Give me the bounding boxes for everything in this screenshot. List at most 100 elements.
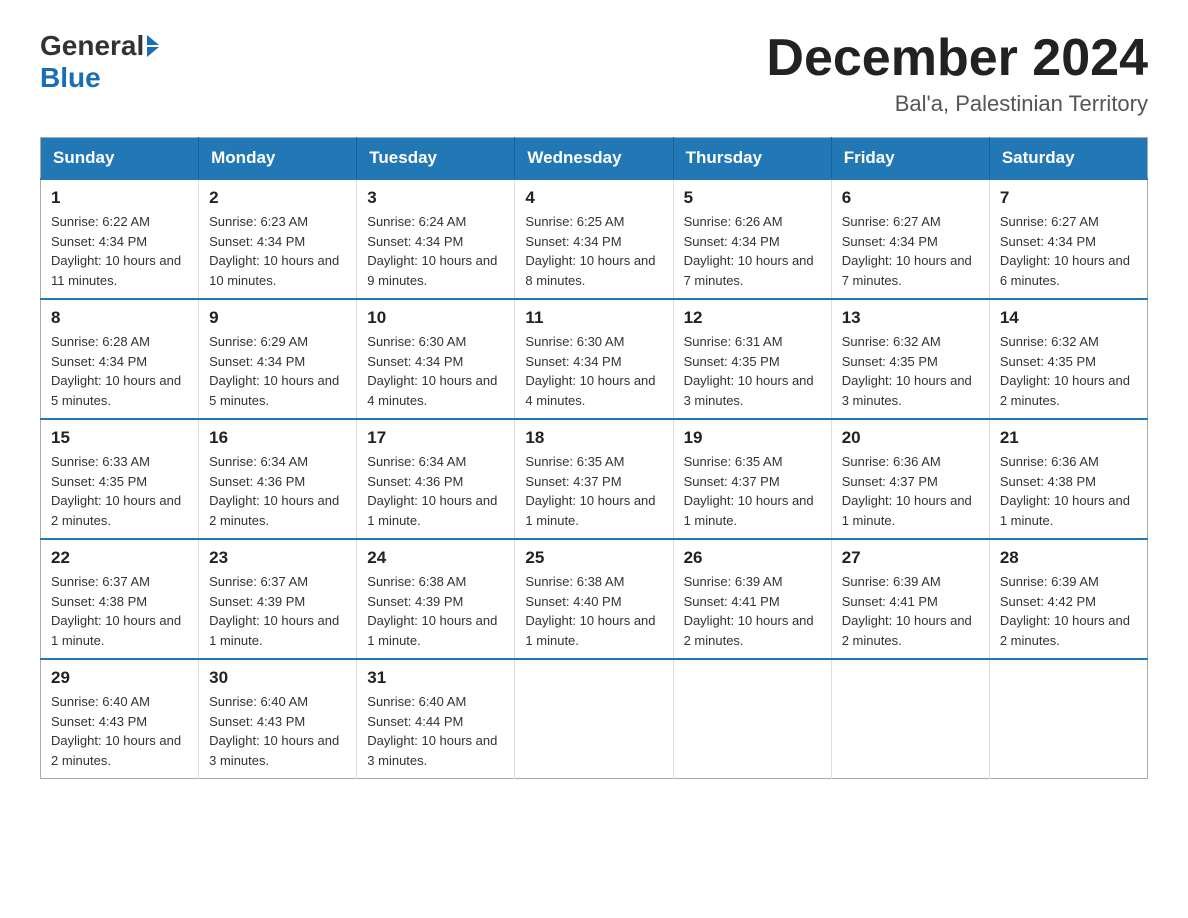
- day-number: 22: [51, 548, 188, 568]
- day-number: 14: [1000, 308, 1137, 328]
- page-title: December 2024: [766, 30, 1148, 87]
- day-info: Sunrise: 6:37 AMSunset: 4:39 PMDaylight:…: [209, 572, 346, 650]
- calendar-cell: 10 Sunrise: 6:30 AMSunset: 4:34 PMDaylig…: [357, 299, 515, 419]
- day-info: Sunrise: 6:39 AMSunset: 4:41 PMDaylight:…: [684, 572, 821, 650]
- day-number: 1: [51, 188, 188, 208]
- calendar-week-row: 22 Sunrise: 6:37 AMSunset: 4:38 PMDaylig…: [41, 539, 1148, 659]
- day-number: 9: [209, 308, 346, 328]
- day-number: 2: [209, 188, 346, 208]
- logo: General Blue: [40, 30, 159, 94]
- calendar-cell: 1 Sunrise: 6:22 AMSunset: 4:34 PMDayligh…: [41, 179, 199, 299]
- day-number: 27: [842, 548, 979, 568]
- calendar-cell: 31 Sunrise: 6:40 AMSunset: 4:44 PMDaylig…: [357, 659, 515, 779]
- logo-blue-text: Blue: [40, 62, 101, 94]
- day-info: Sunrise: 6:34 AMSunset: 4:36 PMDaylight:…: [209, 452, 346, 530]
- day-number: 4: [525, 188, 662, 208]
- day-number: 18: [525, 428, 662, 448]
- day-info: Sunrise: 6:32 AMSunset: 4:35 PMDaylight:…: [1000, 332, 1137, 410]
- day-info: Sunrise: 6:26 AMSunset: 4:34 PMDaylight:…: [684, 212, 821, 290]
- calendar-cell: 19 Sunrise: 6:35 AMSunset: 4:37 PMDaylig…: [673, 419, 831, 539]
- calendar-header-wednesday: Wednesday: [515, 138, 673, 180]
- calendar-cell: [989, 659, 1147, 779]
- page-subtitle: Bal'a, Palestinian Territory: [766, 91, 1148, 117]
- day-info: Sunrise: 6:31 AMSunset: 4:35 PMDaylight:…: [684, 332, 821, 410]
- title-block: December 2024 Bal'a, Palestinian Territo…: [766, 30, 1148, 117]
- calendar-cell: 18 Sunrise: 6:35 AMSunset: 4:37 PMDaylig…: [515, 419, 673, 539]
- day-number: 19: [684, 428, 821, 448]
- day-info: Sunrise: 6:35 AMSunset: 4:37 PMDaylight:…: [525, 452, 662, 530]
- day-number: 25: [525, 548, 662, 568]
- day-info: Sunrise: 6:28 AMSunset: 4:34 PMDaylight:…: [51, 332, 188, 410]
- day-info: Sunrise: 6:37 AMSunset: 4:38 PMDaylight:…: [51, 572, 188, 650]
- calendar-cell: 29 Sunrise: 6:40 AMSunset: 4:43 PMDaylig…: [41, 659, 199, 779]
- day-number: 16: [209, 428, 346, 448]
- calendar-header-sunday: Sunday: [41, 138, 199, 180]
- calendar-cell: 5 Sunrise: 6:26 AMSunset: 4:34 PMDayligh…: [673, 179, 831, 299]
- calendar-header-monday: Monday: [199, 138, 357, 180]
- day-info: Sunrise: 6:40 AMSunset: 4:44 PMDaylight:…: [367, 692, 504, 770]
- day-number: 10: [367, 308, 504, 328]
- calendar-cell: 24 Sunrise: 6:38 AMSunset: 4:39 PMDaylig…: [357, 539, 515, 659]
- day-info: Sunrise: 6:30 AMSunset: 4:34 PMDaylight:…: [525, 332, 662, 410]
- day-number: 12: [684, 308, 821, 328]
- calendar-cell: 13 Sunrise: 6:32 AMSunset: 4:35 PMDaylig…: [831, 299, 989, 419]
- calendar-cell: 2 Sunrise: 6:23 AMSunset: 4:34 PMDayligh…: [199, 179, 357, 299]
- calendar-cell: 22 Sunrise: 6:37 AMSunset: 4:38 PMDaylig…: [41, 539, 199, 659]
- page-header: General Blue December 2024 Bal'a, Palest…: [40, 30, 1148, 117]
- day-number: 30: [209, 668, 346, 688]
- day-info: Sunrise: 6:32 AMSunset: 4:35 PMDaylight:…: [842, 332, 979, 410]
- day-number: 3: [367, 188, 504, 208]
- day-info: Sunrise: 6:22 AMSunset: 4:34 PMDaylight:…: [51, 212, 188, 290]
- day-info: Sunrise: 6:34 AMSunset: 4:36 PMDaylight:…: [367, 452, 504, 530]
- calendar-table: SundayMondayTuesdayWednesdayThursdayFrid…: [40, 137, 1148, 779]
- calendar-week-row: 29 Sunrise: 6:40 AMSunset: 4:43 PMDaylig…: [41, 659, 1148, 779]
- day-info: Sunrise: 6:23 AMSunset: 4:34 PMDaylight:…: [209, 212, 346, 290]
- day-number: 7: [1000, 188, 1137, 208]
- calendar-cell: 7 Sunrise: 6:27 AMSunset: 4:34 PMDayligh…: [989, 179, 1147, 299]
- day-info: Sunrise: 6:27 AMSunset: 4:34 PMDaylight:…: [1000, 212, 1137, 290]
- calendar-header-saturday: Saturday: [989, 138, 1147, 180]
- day-info: Sunrise: 6:33 AMSunset: 4:35 PMDaylight:…: [51, 452, 188, 530]
- calendar-cell: 28 Sunrise: 6:39 AMSunset: 4:42 PMDaylig…: [989, 539, 1147, 659]
- calendar-cell: 21 Sunrise: 6:36 AMSunset: 4:38 PMDaylig…: [989, 419, 1147, 539]
- day-number: 24: [367, 548, 504, 568]
- day-number: 13: [842, 308, 979, 328]
- calendar-cell: 20 Sunrise: 6:36 AMSunset: 4:37 PMDaylig…: [831, 419, 989, 539]
- calendar-cell: 30 Sunrise: 6:40 AMSunset: 4:43 PMDaylig…: [199, 659, 357, 779]
- day-info: Sunrise: 6:24 AMSunset: 4:34 PMDaylight:…: [367, 212, 504, 290]
- day-number: 26: [684, 548, 821, 568]
- day-number: 5: [684, 188, 821, 208]
- day-info: Sunrise: 6:38 AMSunset: 4:40 PMDaylight:…: [525, 572, 662, 650]
- day-info: Sunrise: 6:39 AMSunset: 4:42 PMDaylight:…: [1000, 572, 1137, 650]
- calendar-header-thursday: Thursday: [673, 138, 831, 180]
- day-info: Sunrise: 6:36 AMSunset: 4:38 PMDaylight:…: [1000, 452, 1137, 530]
- calendar-cell: [515, 659, 673, 779]
- day-info: Sunrise: 6:35 AMSunset: 4:37 PMDaylight:…: [684, 452, 821, 530]
- day-number: 20: [842, 428, 979, 448]
- calendar-cell: 16 Sunrise: 6:34 AMSunset: 4:36 PMDaylig…: [199, 419, 357, 539]
- day-info: Sunrise: 6:39 AMSunset: 4:41 PMDaylight:…: [842, 572, 979, 650]
- calendar-cell: 11 Sunrise: 6:30 AMSunset: 4:34 PMDaylig…: [515, 299, 673, 419]
- calendar-cell: 26 Sunrise: 6:39 AMSunset: 4:41 PMDaylig…: [673, 539, 831, 659]
- calendar-cell: 27 Sunrise: 6:39 AMSunset: 4:41 PMDaylig…: [831, 539, 989, 659]
- calendar-cell: 23 Sunrise: 6:37 AMSunset: 4:39 PMDaylig…: [199, 539, 357, 659]
- calendar-cell: [673, 659, 831, 779]
- day-number: 6: [842, 188, 979, 208]
- calendar-cell: [831, 659, 989, 779]
- calendar-week-row: 1 Sunrise: 6:22 AMSunset: 4:34 PMDayligh…: [41, 179, 1148, 299]
- calendar-cell: 8 Sunrise: 6:28 AMSunset: 4:34 PMDayligh…: [41, 299, 199, 419]
- day-info: Sunrise: 6:40 AMSunset: 4:43 PMDaylight:…: [209, 692, 346, 770]
- day-number: 21: [1000, 428, 1137, 448]
- calendar-cell: 3 Sunrise: 6:24 AMSunset: 4:34 PMDayligh…: [357, 179, 515, 299]
- calendar-week-row: 15 Sunrise: 6:33 AMSunset: 4:35 PMDaylig…: [41, 419, 1148, 539]
- day-number: 15: [51, 428, 188, 448]
- day-info: Sunrise: 6:25 AMSunset: 4:34 PMDaylight:…: [525, 212, 662, 290]
- logo-general-text: General: [40, 30, 144, 62]
- day-info: Sunrise: 6:36 AMSunset: 4:37 PMDaylight:…: [842, 452, 979, 530]
- calendar-cell: 14 Sunrise: 6:32 AMSunset: 4:35 PMDaylig…: [989, 299, 1147, 419]
- calendar-cell: 4 Sunrise: 6:25 AMSunset: 4:34 PMDayligh…: [515, 179, 673, 299]
- calendar-cell: 9 Sunrise: 6:29 AMSunset: 4:34 PMDayligh…: [199, 299, 357, 419]
- calendar-header-tuesday: Tuesday: [357, 138, 515, 180]
- day-number: 17: [367, 428, 504, 448]
- day-number: 29: [51, 668, 188, 688]
